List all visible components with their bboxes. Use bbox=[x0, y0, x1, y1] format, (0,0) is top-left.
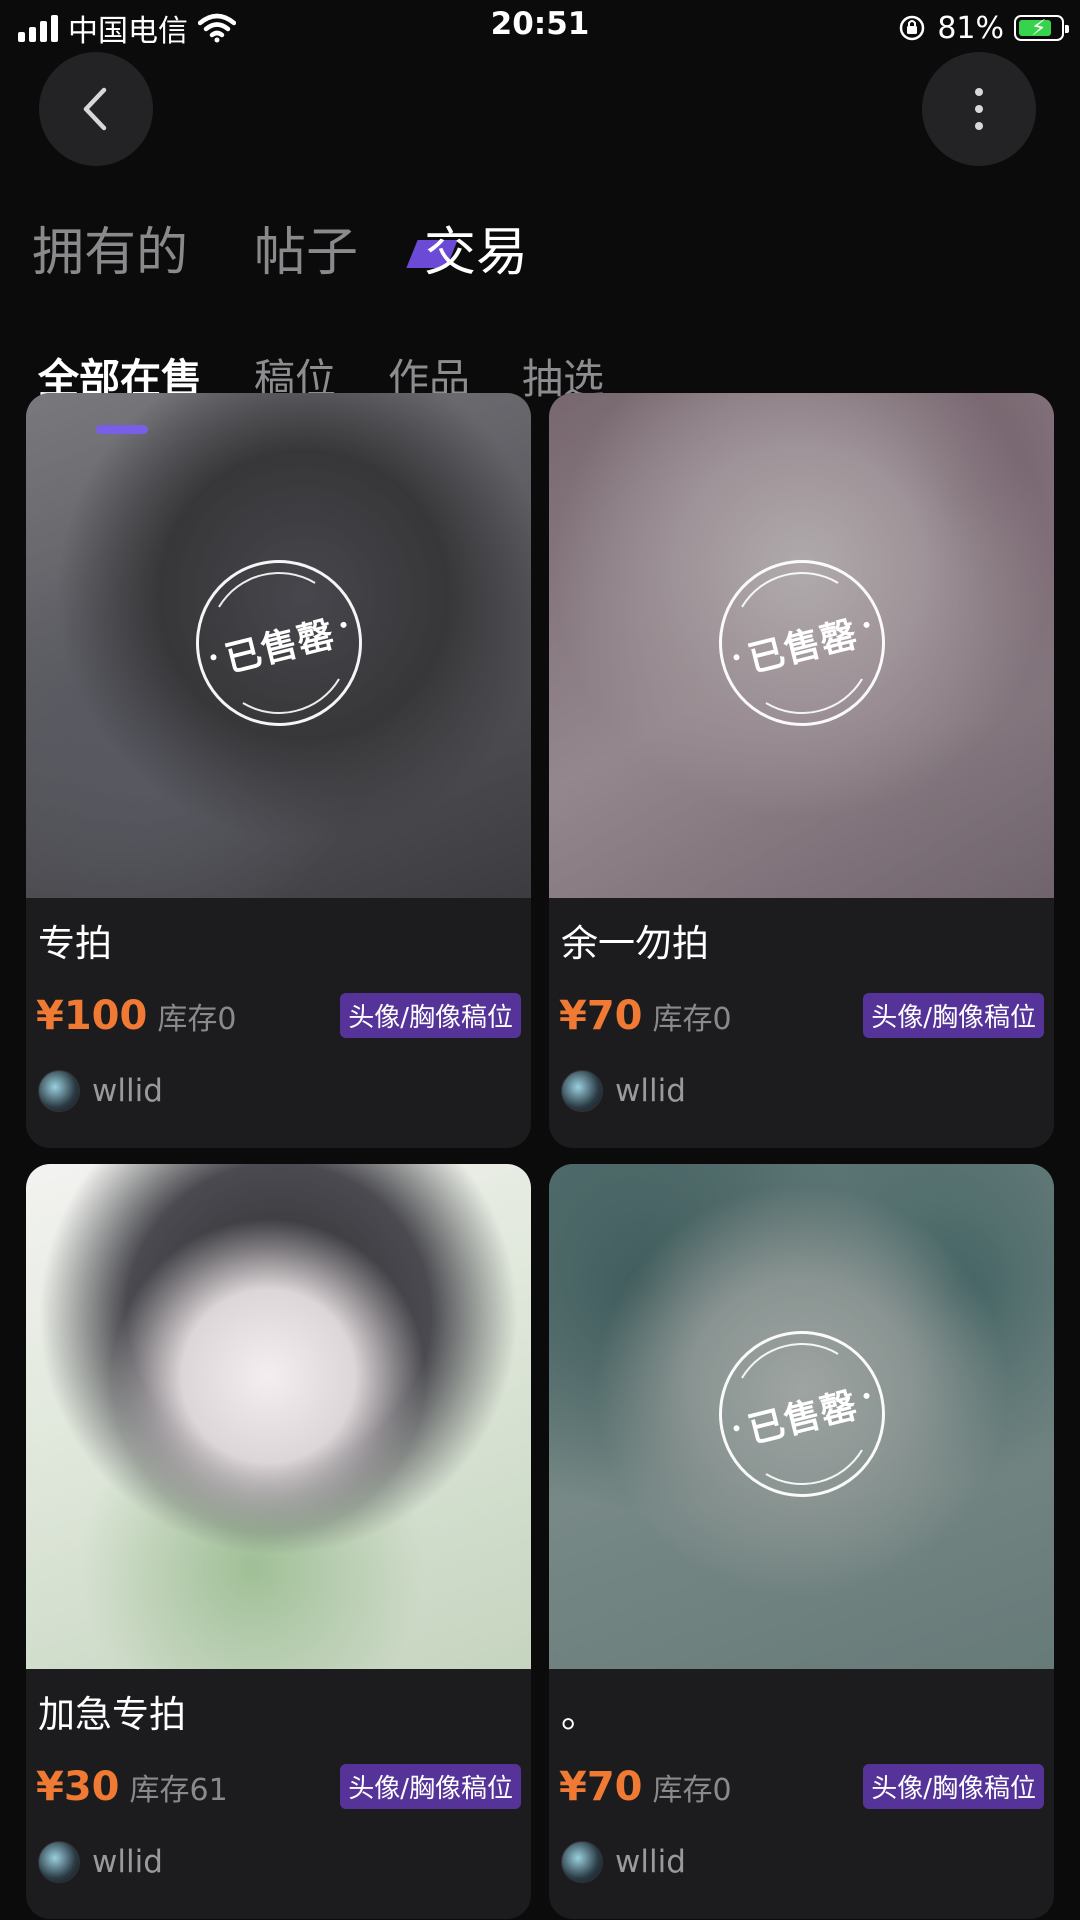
category-tag: 头像/胸像稿位 bbox=[863, 1764, 1044, 1809]
tab-trade[interactable]: 交易 bbox=[424, 210, 528, 285]
seller-name[interactable]: wllid bbox=[615, 1844, 686, 1880]
seller-info[interactable]: wllid bbox=[38, 1070, 163, 1112]
product-title: 加急专拍 bbox=[38, 1693, 186, 1736]
product-title: 余一勿拍 bbox=[561, 922, 709, 965]
seller-avatar[interactable] bbox=[38, 1070, 80, 1112]
category-tag: 头像/胸像稿位 bbox=[340, 993, 521, 1038]
subtab-active-indicator bbox=[96, 425, 148, 434]
product-price: ¥70 bbox=[559, 993, 643, 1039]
product-price: ¥100 bbox=[36, 993, 148, 1039]
seller-info[interactable]: wllid bbox=[561, 1841, 686, 1883]
category-tag: 头像/胸像稿位 bbox=[863, 993, 1044, 1038]
seller-info[interactable]: wllid bbox=[561, 1070, 686, 1112]
more-button[interactable] bbox=[922, 52, 1036, 166]
product-price: ¥30 bbox=[36, 1764, 120, 1810]
category-tag: 头像/胸像稿位 bbox=[340, 1764, 521, 1809]
product-card[interactable]: 已售罄 。 ¥70 库存0 头像/胸像稿位 wllid bbox=[549, 1164, 1054, 1919]
seller-info[interactable]: wllid bbox=[38, 1841, 163, 1883]
back-button[interactable] bbox=[39, 52, 153, 166]
product-image[interactable] bbox=[26, 1164, 531, 1669]
main-tab-bar: 拥有的 帖子 交易 bbox=[32, 210, 528, 285]
product-card[interactable]: 已售罄 专拍 ¥100 库存0 头像/胸像稿位 wllid bbox=[26, 393, 531, 1148]
rotation-lock-icon bbox=[900, 15, 925, 41]
status-bar: 中国电信 20:51 81% ⚡ bbox=[0, 0, 1080, 56]
product-stock: 库存61 bbox=[129, 1773, 228, 1808]
product-image[interactable]: 已售罄 bbox=[549, 1164, 1054, 1669]
seller-name[interactable]: wllid bbox=[92, 1844, 163, 1880]
product-title: 专拍 bbox=[38, 922, 112, 965]
product-card[interactable]: 加急专拍 ¥30 库存61 头像/胸像稿位 wllid bbox=[26, 1164, 531, 1919]
product-stock: 库存0 bbox=[652, 1773, 732, 1808]
seller-avatar[interactable] bbox=[561, 1070, 603, 1112]
product-price: ¥70 bbox=[559, 1764, 643, 1810]
seller-avatar[interactable] bbox=[38, 1841, 80, 1883]
product-card[interactable]: 已售罄 余一勿拍 ¥70 库存0 头像/胸像稿位 wllid bbox=[549, 393, 1054, 1148]
seller-name[interactable]: wllid bbox=[92, 1073, 163, 1109]
tab-owned[interactable]: 拥有的 bbox=[32, 210, 188, 285]
battery-charging-icon: ⚡ bbox=[1014, 15, 1069, 41]
product-stock: 库存0 bbox=[652, 1002, 732, 1037]
tab-posts[interactable]: 帖子 bbox=[254, 210, 358, 285]
product-title: 。 bbox=[561, 1693, 598, 1736]
more-vertical-icon bbox=[975, 88, 983, 130]
product-image[interactable]: 已售罄 bbox=[26, 393, 531, 898]
product-image[interactable]: 已售罄 bbox=[549, 393, 1054, 898]
seller-avatar[interactable] bbox=[561, 1841, 603, 1883]
product-stock: 库存0 bbox=[157, 1002, 237, 1037]
seller-name[interactable]: wllid bbox=[615, 1073, 686, 1109]
chevron-left-icon bbox=[83, 87, 107, 131]
battery-percent: 81% bbox=[937, 10, 1004, 46]
